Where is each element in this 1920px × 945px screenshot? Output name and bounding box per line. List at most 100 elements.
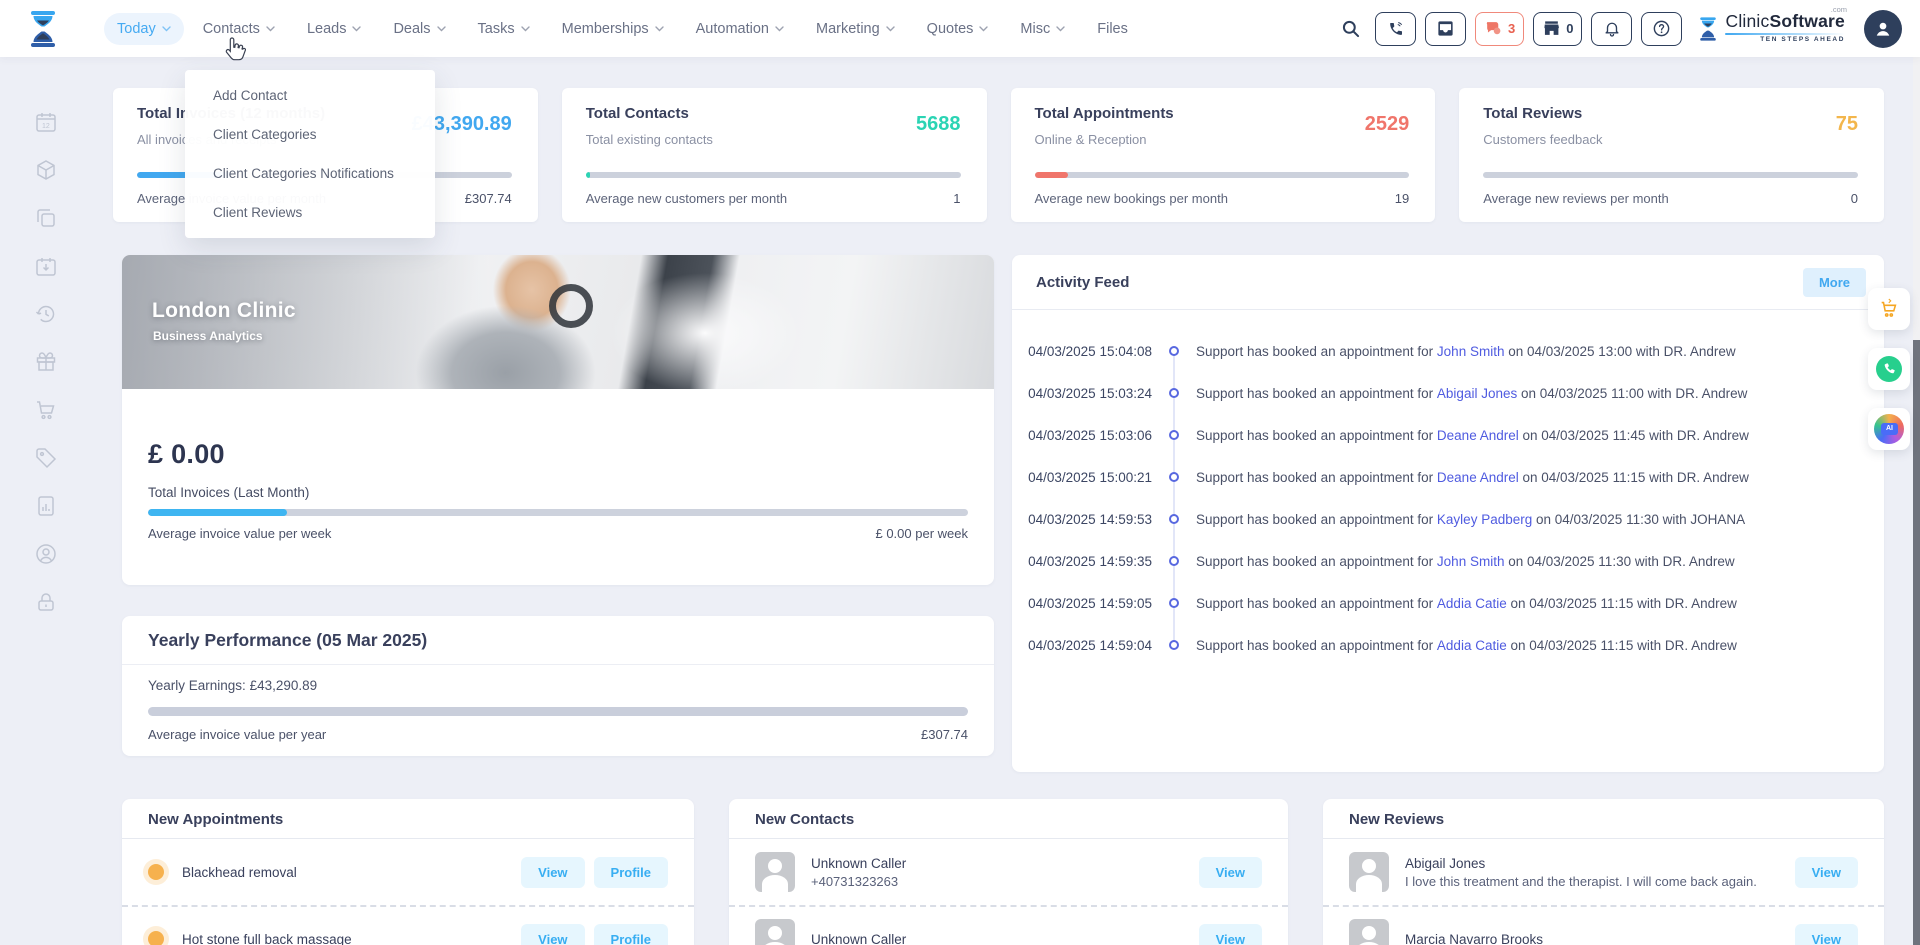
brand-tld: .com bbox=[1830, 5, 1847, 15]
reviewer-name: Abigail Jones bbox=[1405, 855, 1486, 871]
feed-client-link[interactable]: Addia Catie bbox=[1437, 638, 1507, 653]
nav-item-tasks[interactable]: Tasks bbox=[465, 13, 543, 45]
report-icon[interactable] bbox=[34, 494, 58, 518]
stat-value: 75 bbox=[1835, 113, 1858, 135]
phone-button[interactable] bbox=[1375, 11, 1417, 46]
menu-item-add-contact[interactable]: Add Contact bbox=[185, 76, 435, 115]
nav-item-files[interactable]: Files bbox=[1084, 13, 1141, 45]
menu-item-client-reviews[interactable]: Client Reviews bbox=[185, 193, 435, 232]
store-icon bbox=[1544, 21, 1560, 35]
feed-client-link[interactable]: Deane Andrel bbox=[1437, 428, 1519, 443]
floating-actions: AI bbox=[1868, 288, 1910, 450]
feed-client-link[interactable]: Kayley Padberg bbox=[1437, 512, 1532, 527]
activity-more-button[interactable]: More bbox=[1802, 268, 1866, 297]
gift-icon[interactable] bbox=[34, 350, 58, 374]
page-scrollbar bbox=[1913, 57, 1920, 945]
stat-footer-value: 1 bbox=[953, 191, 961, 206]
lock-icon[interactable] bbox=[34, 590, 58, 614]
scrollbar-thumb[interactable] bbox=[1913, 340, 1920, 945]
calendar-import-icon[interactable] bbox=[34, 254, 58, 278]
feed-entry[interactable]: 04/03/2025 15:03:24 Support has booked a… bbox=[1012, 372, 1884, 414]
profile-button[interactable]: Profile bbox=[593, 923, 668, 945]
feed-client-link[interactable]: Addia Catie bbox=[1437, 596, 1507, 611]
clinicsoftware-brand[interactable]: ClinicSoftware .com TEN STEPS AHEAD bbox=[1697, 6, 1847, 44]
nav-item-deals[interactable]: Deals bbox=[380, 13, 458, 45]
feed-entry[interactable]: 04/03/2025 15:04:08 Support has booked a… bbox=[1012, 330, 1884, 372]
chevron-down-icon bbox=[775, 25, 784, 31]
nav-item-automation[interactable]: Automation bbox=[683, 13, 797, 45]
nav-label: Files bbox=[1097, 20, 1128, 37]
feed-entry[interactable]: 04/03/2025 15:03:06 Support has booked a… bbox=[1012, 414, 1884, 456]
nav-item-marketing[interactable]: Marketing bbox=[803, 13, 908, 45]
notifications-button[interactable] bbox=[1591, 11, 1633, 46]
call-float-button[interactable] bbox=[1868, 348, 1910, 390]
feed-client-link[interactable]: John Smith bbox=[1437, 554, 1505, 569]
search-icon[interactable] bbox=[1336, 12, 1366, 45]
timeline-marker bbox=[1152, 330, 1196, 372]
activity-feed-list: 04/03/2025 15:04:08 Support has booked a… bbox=[1012, 310, 1884, 666]
feed-client-link[interactable]: Abigail Jones bbox=[1437, 386, 1517, 401]
view-button[interactable]: View bbox=[1794, 923, 1858, 945]
feed-entry[interactable]: 04/03/2025 14:59:04 Support has booked a… bbox=[1012, 624, 1884, 666]
copy-icon[interactable] bbox=[34, 206, 58, 230]
chevron-down-icon bbox=[520, 25, 530, 31]
stat-card-contacts: Total Contacts 5688 Total existing conta… bbox=[561, 88, 987, 222]
user-avatar[interactable] bbox=[1864, 9, 1902, 48]
menu-item-client-categories-notifications[interactable]: Client Categories Notifications bbox=[185, 154, 435, 193]
feed-entry[interactable]: 04/03/2025 14:59:05 Support has booked a… bbox=[1012, 582, 1884, 624]
stat-footer-value: £307.74 bbox=[464, 191, 512, 206]
timeline-marker bbox=[1152, 540, 1196, 582]
shop-float-button[interactable] bbox=[1868, 288, 1910, 330]
appointment-row: Hot stone full back massage View Profile bbox=[122, 905, 694, 945]
chat-button[interactable]: 3 bbox=[1475, 11, 1525, 46]
help-button[interactable] bbox=[1641, 11, 1683, 46]
stat-subtitle: Online & Reception bbox=[1034, 132, 1147, 147]
brand-name-part1: Clinic bbox=[1725, 11, 1770, 32]
review-row: Abigail Jones I love this treatment and … bbox=[1323, 839, 1884, 905]
appointment-name: Hot stone full back massage bbox=[182, 931, 352, 945]
nav-item-leads[interactable]: Leads bbox=[294, 13, 375, 45]
nav-item-quotes[interactable]: Quotes bbox=[914, 13, 1002, 45]
package-icon[interactable] bbox=[34, 158, 58, 182]
svg-text:12: 12 bbox=[42, 123, 50, 130]
new-contacts-title: New Contacts bbox=[729, 799, 1288, 839]
nav-item-misc[interactable]: Misc bbox=[1007, 13, 1078, 45]
view-button[interactable]: View bbox=[1198, 923, 1262, 945]
timeline-marker bbox=[1152, 456, 1196, 498]
bell-icon bbox=[1605, 22, 1619, 37]
review-row: Marcia Navarro Brooks View bbox=[1323, 905, 1884, 945]
nav-label: Deals bbox=[393, 20, 431, 37]
ai-float-button[interactable]: AI bbox=[1868, 408, 1910, 450]
history-icon[interactable] bbox=[34, 302, 58, 326]
cart-icon[interactable] bbox=[34, 398, 58, 422]
view-button[interactable]: View bbox=[1198, 856, 1262, 888]
main-navigation: Today Contacts Leads Deals Tasks Members… bbox=[104, 12, 1141, 45]
nav-item-memberships[interactable]: Memberships bbox=[549, 13, 677, 45]
feed-client-link[interactable]: Deane Andrel bbox=[1437, 470, 1519, 485]
brand-name-part2: Software bbox=[1769, 11, 1845, 32]
feed-entry[interactable]: 04/03/2025 15:00:21 Support has booked a… bbox=[1012, 456, 1884, 498]
view-button[interactable]: View bbox=[521, 923, 585, 945]
view-button[interactable]: View bbox=[521, 856, 585, 888]
contact-avatar bbox=[755, 852, 795, 892]
store-button[interactable]: 0 bbox=[1533, 11, 1583, 46]
clinic-banner-subtitle: Business Analytics bbox=[153, 329, 263, 343]
stat-subtitle: Total existing contacts bbox=[585, 132, 713, 147]
calendar-icon[interactable]: 12 bbox=[34, 110, 58, 134]
nav-item-contacts[interactable]: Contacts bbox=[190, 13, 288, 45]
tag-icon[interactable] bbox=[34, 446, 58, 470]
account-icon[interactable] bbox=[34, 542, 58, 566]
feed-entry[interactable]: 04/03/2025 14:59:35 Support has booked a… bbox=[1012, 540, 1884, 582]
topbar-actions: 3 0 ClinicSoftware .com TEN STEPS AHEAD bbox=[1336, 6, 1902, 48]
feed-entry[interactable]: 04/03/2025 14:59:53 Support has booked a… bbox=[1012, 498, 1884, 540]
stat-card-appointments: Total Appointments 2529 Online & Recepti… bbox=[1010, 88, 1436, 222]
feed-client-link[interactable]: John Smith bbox=[1437, 344, 1505, 359]
yearly-performance-card: Yearly Performance (05 Mar 2025) Yearly … bbox=[122, 616, 994, 756]
app-logo[interactable] bbox=[26, 10, 60, 48]
view-button[interactable]: View bbox=[1794, 856, 1858, 888]
chevron-down-icon bbox=[352, 25, 362, 31]
nav-item-today[interactable]: Today bbox=[104, 12, 184, 45]
menu-item-client-categories[interactable]: Client Categories bbox=[185, 115, 435, 154]
profile-button[interactable]: Profile bbox=[593, 856, 668, 888]
inbox-button[interactable] bbox=[1425, 11, 1467, 46]
